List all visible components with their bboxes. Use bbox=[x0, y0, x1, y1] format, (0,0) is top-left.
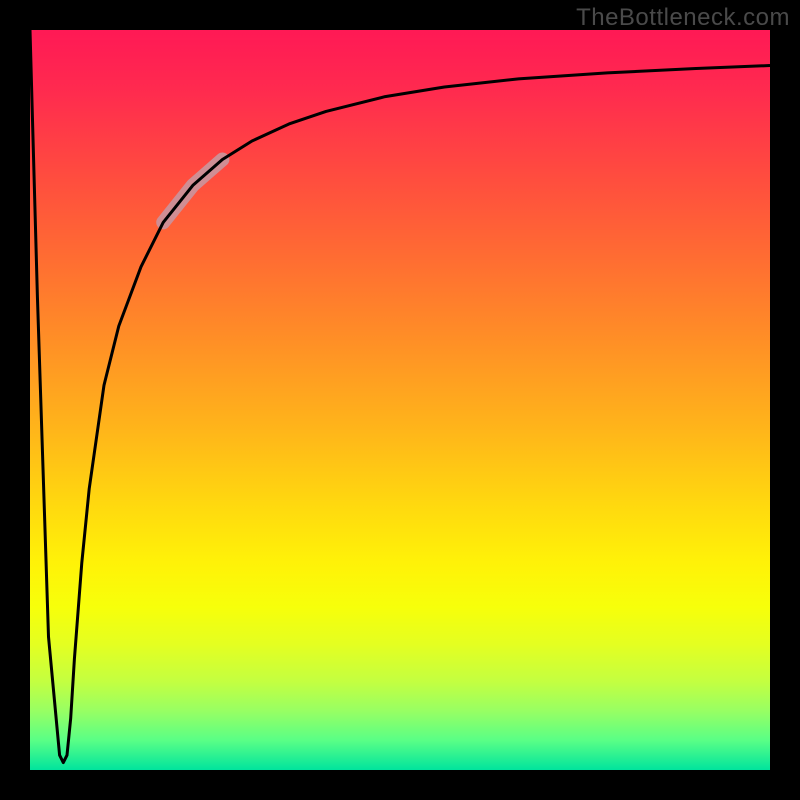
figure-root: TheBottleneck.com bbox=[0, 0, 800, 800]
chart-svg bbox=[30, 30, 770, 770]
plot-area bbox=[30, 30, 770, 770]
attribution-text: TheBottleneck.com bbox=[576, 4, 790, 32]
bottleneck-curve bbox=[30, 30, 770, 763]
